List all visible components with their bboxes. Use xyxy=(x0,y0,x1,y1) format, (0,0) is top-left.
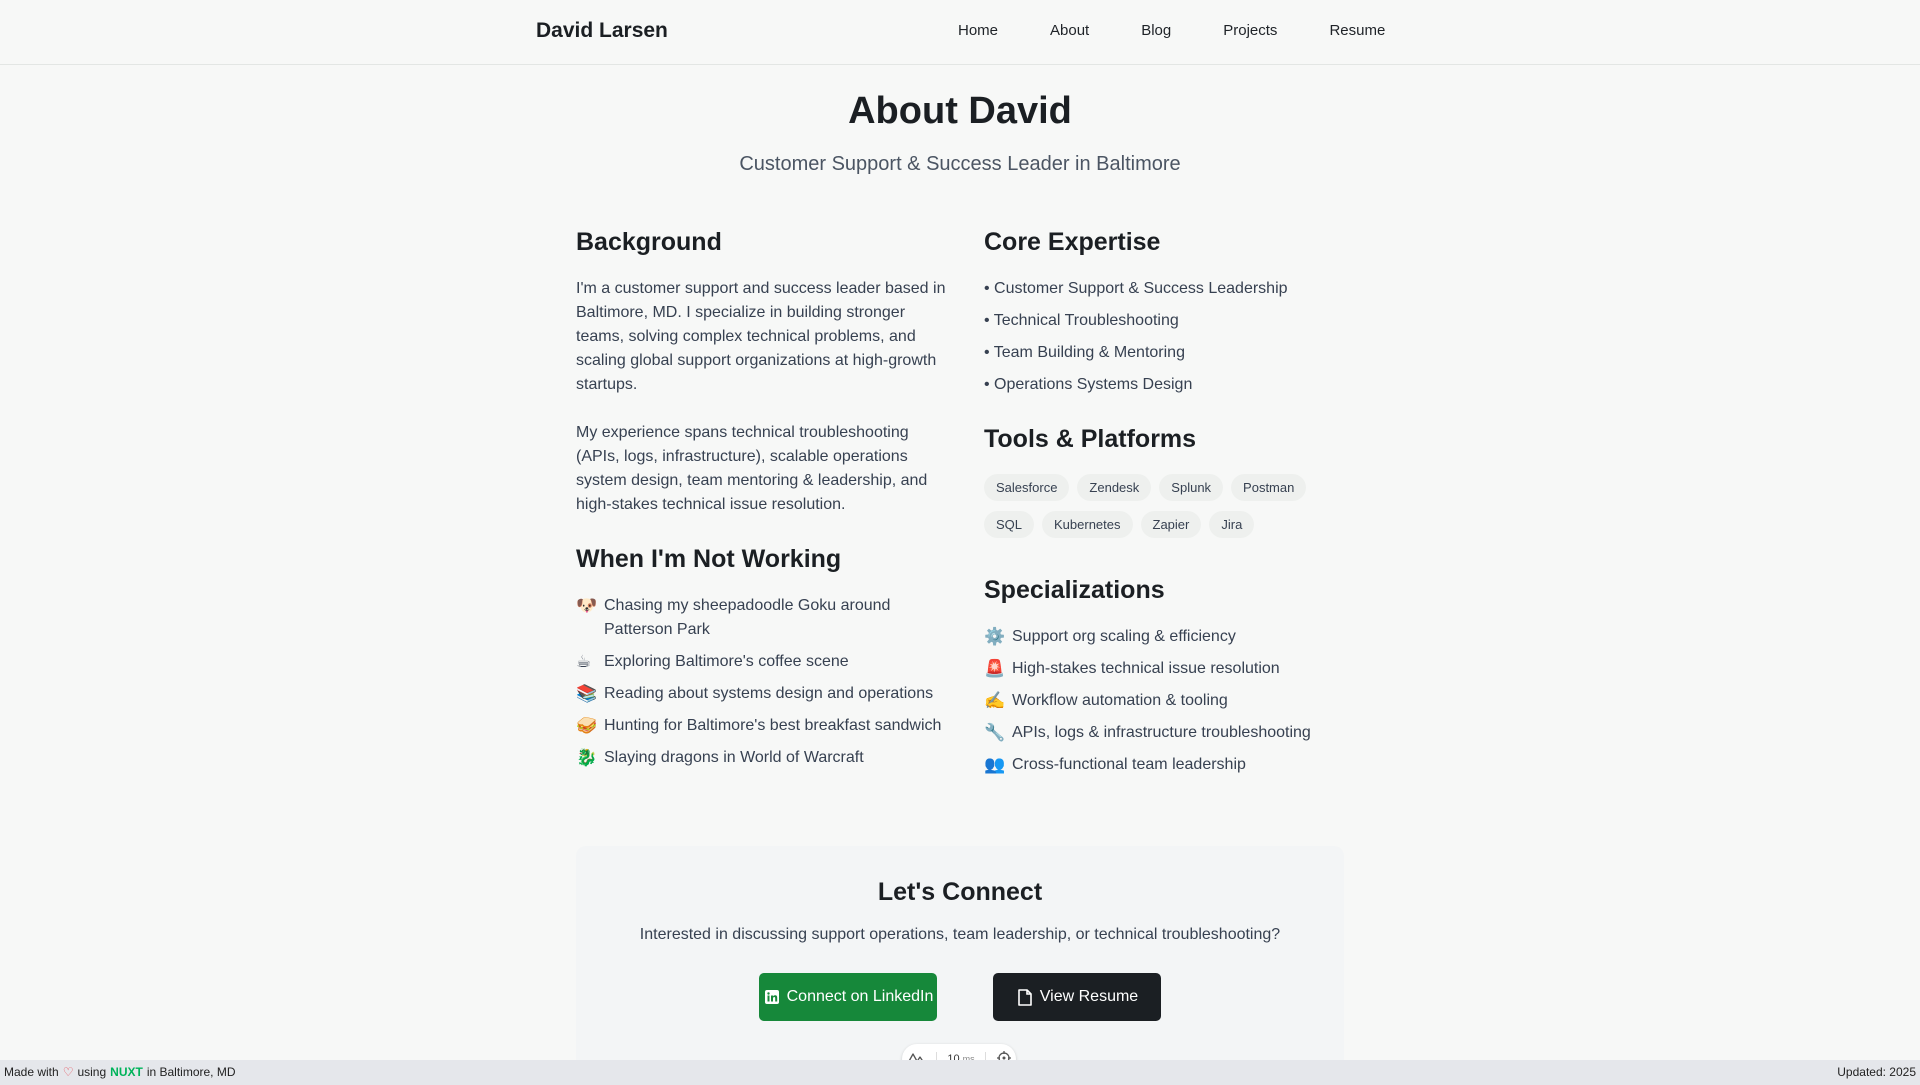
hobby-text: Slaying dragons in World of Warcraft xyxy=(604,749,864,766)
gear-icon: ⚙️ xyxy=(984,627,1006,646)
specialization-text: Support org scaling & efficiency xyxy=(1012,628,1236,645)
wrench-icon: 🔧 xyxy=(984,723,1006,742)
specializations-list: ⚙️ Support org scaling & efficiency 🚨 High… xyxy=(984,625,1384,777)
list-item: 🐶 Chasing my sheepadoodle Goku around Pat… xyxy=(576,594,946,642)
list-item: 🔧 APIs, logs & infrastructure troubleshoo… xyxy=(984,721,1384,745)
footer-credit: Made with ♡ using NUXT in Baltimore, MD xyxy=(4,1065,236,1079)
linkedin-button-label: Connect on LinkedIn xyxy=(786,988,934,1005)
list-item: 👥 Cross-functional team leadership xyxy=(984,753,1384,777)
tool-tag: Zendesk xyxy=(1077,474,1152,501)
using-text: using xyxy=(77,1065,107,1079)
list-item: • Operations Systems Design xyxy=(984,376,1193,393)
not-working-heading: When I'm Not Working xyxy=(576,545,842,573)
sandwich-icon: 🥪 xyxy=(576,716,598,735)
linkedin-icon xyxy=(763,988,781,1006)
coffee-icon: ☕ xyxy=(576,652,592,671)
tool-tag: Salesforce xyxy=(984,474,1070,501)
background-paragraph-2: My experience spans technical troublesho… xyxy=(576,424,928,513)
connect-card: Let's Connect Interested in discussing s… xyxy=(576,846,1344,1076)
background-paragraph-1: I'm a customer support and success leade… xyxy=(576,280,946,393)
specialization-text: High-stakes technical issue resolution xyxy=(1012,660,1280,677)
list-item: ✍️ Workflow automation & tooling xyxy=(984,689,1384,713)
left-column: Background I'm a customer support and su… xyxy=(576,228,946,778)
specialization-text: APIs, logs & infrastructure troubleshoot… xyxy=(1012,724,1311,741)
list-item: 📚 Reading about systems design and operat… xyxy=(576,682,946,706)
page-subtitle: Customer Support & Success Leader in Bal… xyxy=(739,153,1181,175)
footer-bar: Made with ♡ using NUXT in Baltimore, MD … xyxy=(0,1060,1920,1085)
nav-about[interactable]: About xyxy=(1050,22,1089,39)
top-navbar: David Larsen Home About Blog Projects Re… xyxy=(0,0,1920,65)
page-title: About David xyxy=(848,90,1072,132)
tool-tag: Postman xyxy=(1231,474,1307,501)
background-heading: Background xyxy=(576,228,722,256)
dog-icon: 🐶 xyxy=(576,596,598,615)
specialization-text: Workflow automation & tooling xyxy=(1012,692,1228,709)
list-item: • Customer Support & Success Leadership xyxy=(984,280,1288,297)
expertise-heading: Core Expertise xyxy=(984,228,1161,256)
view-resume-button[interactable]: View Resume xyxy=(993,973,1161,1021)
document-icon xyxy=(1016,988,1034,1006)
dragon-icon: 🐉 xyxy=(576,748,598,767)
specialization-text: Cross-functional team leadership xyxy=(1012,756,1246,773)
nuxt-logo[interactable]: NUXT xyxy=(110,1065,143,1079)
nav-blog[interactable]: Blog xyxy=(1141,22,1171,39)
nav-home[interactable]: Home xyxy=(958,22,998,39)
tools-heading: Tools & Platforms xyxy=(984,425,1197,453)
nav-links: Home About Blog Projects Resume xyxy=(958,22,1385,39)
view-resume-button-label: View Resume xyxy=(1039,988,1139,1005)
hobby-text: Chasing my sheepadoodle Goku around Patt… xyxy=(604,597,891,638)
list-item: 🚨 High-stakes technical issue resolution xyxy=(984,657,1384,681)
made-with-text: Made with xyxy=(4,1065,59,1079)
location-text: in Baltimore, MD xyxy=(146,1065,236,1079)
right-column: Core Expertise • Customer Support & Succ… xyxy=(984,228,1384,785)
tool-tag: Zapier xyxy=(1140,511,1202,538)
site-brand[interactable]: David Larsen xyxy=(536,19,668,43)
hobby-text: Exploring Baltimore's coffee scene xyxy=(604,653,849,670)
connect-heading: Let's Connect xyxy=(877,878,1043,906)
heart-icon: ♡ xyxy=(62,1065,74,1079)
list-item: 🐉 Slaying dragons in World of Warcraft xyxy=(576,746,946,770)
writing-hand-icon: ✍️ xyxy=(984,691,1006,710)
nav-resume[interactable]: Resume xyxy=(1329,22,1385,39)
people-icon: 👥 xyxy=(984,755,1006,774)
list-item: • Team Building & Mentoring xyxy=(984,344,1185,361)
expertise-list: • Customer Support & Success Leadership … xyxy=(984,277,1384,397)
list-item: • Technical Troubleshooting xyxy=(984,312,1179,329)
list-item: 🥪 Hunting for Baltimore's best breakfast … xyxy=(576,714,946,738)
tool-tag: SQL xyxy=(984,511,1035,538)
hobby-text: Reading about systems design and operati… xyxy=(604,685,934,702)
linkedin-button[interactable]: Connect on LinkedIn xyxy=(759,973,937,1021)
tool-tag: Splunk xyxy=(1159,474,1224,501)
updated-text: Updated: 2025 xyxy=(1837,1065,1916,1079)
siren-icon: 🚨 xyxy=(984,659,1006,678)
books-icon: 📚 xyxy=(576,684,598,703)
list-item: ⚙️ Support org scaling & efficiency xyxy=(984,625,1384,649)
tool-tag: Jira xyxy=(1209,511,1255,538)
connect-text: Interested in discussing support operati… xyxy=(639,926,1281,943)
hobbies-list: 🐶 Chasing my sheepadoodle Goku around Pat… xyxy=(576,594,946,770)
nav-projects[interactable]: Projects xyxy=(1223,22,1277,39)
list-item: ☕ Exploring Baltimore's coffee scene xyxy=(576,650,946,674)
tools-tag-list: Salesforce Zendesk Splunk Postman SQL Ku… xyxy=(984,474,1364,548)
tool-tag: Kubernetes xyxy=(1042,511,1133,538)
specializations-heading: Specializations xyxy=(984,576,1165,604)
hobby-text: Hunting for Baltimore's best breakfast s… xyxy=(604,717,942,734)
